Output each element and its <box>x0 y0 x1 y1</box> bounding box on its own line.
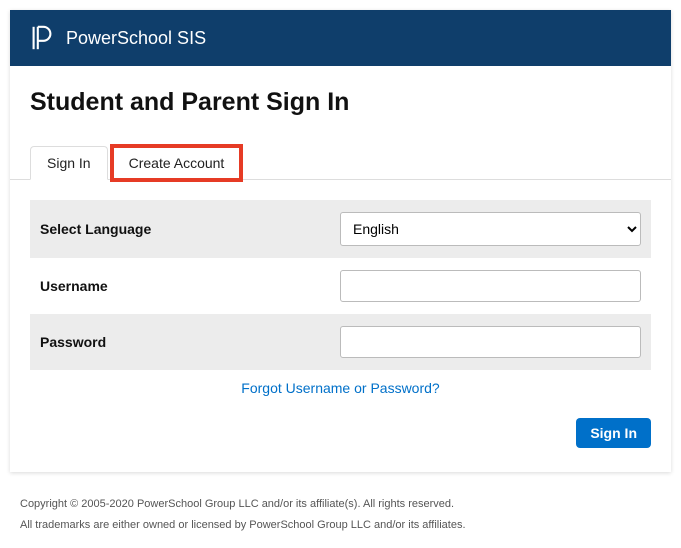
signin-button[interactable]: Sign In <box>576 418 651 448</box>
footer: Copyright © 2005-2020 PowerSchool Group … <box>0 482 681 548</box>
signin-card: PowerSchool SIS Student and Parent Sign … <box>10 10 671 472</box>
username-label: Username <box>40 278 320 294</box>
row-username: Username <box>30 258 651 314</box>
username-field[interactable] <box>340 270 641 302</box>
header-bar: PowerSchool SIS <box>10 10 671 66</box>
row-language: Select Language English <box>30 200 651 258</box>
password-field[interactable] <box>340 326 641 358</box>
brand-logo: PowerSchool SIS <box>28 24 206 52</box>
tabs-row: Sign In Create Account <box>10 145 671 180</box>
footer-trademark: All trademarks are either owned or licen… <box>20 515 661 536</box>
forgot-link-row: Forgot Username or Password? <box>30 380 651 398</box>
page-title: Student and Parent Sign In <box>30 88 651 117</box>
tab-create-account[interactable]: Create Account <box>112 146 242 180</box>
powerschool-icon <box>28 24 56 52</box>
row-password: Password <box>30 314 651 370</box>
language-label: Select Language <box>40 221 320 237</box>
password-label: Password <box>40 334 320 350</box>
forgot-link[interactable]: Forgot Username or Password? <box>241 380 439 396</box>
tab-signin[interactable]: Sign In <box>30 146 108 180</box>
button-row: Sign In <box>30 418 651 448</box>
signin-form: Select Language English Username Passwor… <box>30 200 651 448</box>
footer-copyright: Copyright © 2005-2020 PowerSchool Group … <box>20 494 661 515</box>
language-select[interactable]: English <box>340 212 641 246</box>
brand-text: PowerSchool SIS <box>66 28 206 49</box>
content-area: Student and Parent Sign In Sign In Creat… <box>10 66 671 472</box>
